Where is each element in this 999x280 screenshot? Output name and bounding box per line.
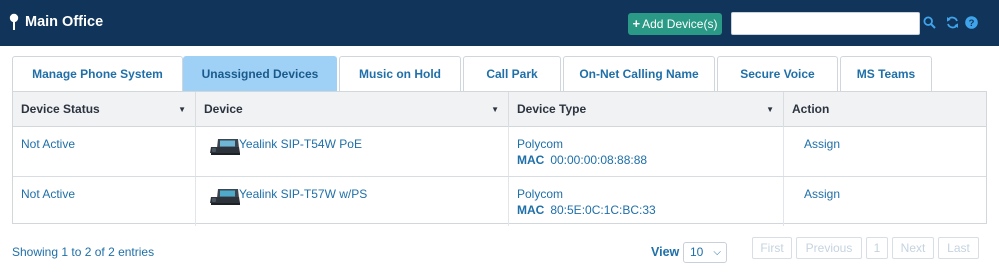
page-size-value: 10 [690,245,704,259]
device-cell: Yealink SIP-T57W w/PS [196,177,509,226]
caret-down-icon: ▼ [491,105,499,114]
caret-down-icon: ▼ [766,105,774,114]
refresh-icon[interactable] [946,16,959,29]
add-device-label: Add Device(s) [642,17,718,31]
action-cell: Assign [784,177,986,226]
device-type: Polycom [517,137,564,151]
tab-call-park[interactable]: Call Park [463,56,561,92]
device-status: Not Active [21,137,76,151]
tab-secure-voice[interactable]: Secure Voice [717,56,838,92]
pagination-page-1[interactable]: 1 [866,237,888,259]
column-header-action: Action [784,92,986,127]
action-cell: Assign [784,127,986,176]
column-label: Action [792,102,830,116]
pagination-last[interactable]: Last [938,237,979,259]
location-title: Main Office [25,14,104,30]
plus-icon: + [632,16,641,31]
tab-music-on-hold[interactable]: Music on Hold [339,56,461,92]
device-status: Not Active [21,187,76,201]
tab-unassigned-devices[interactable]: Unassigned Devices [183,56,337,92]
tab-manage-phone-system[interactable]: Manage Phone System [12,56,183,92]
column-label: Device Type [517,102,587,116]
tab-ms-teams[interactable]: MS Teams [840,56,932,92]
column-header-device-type[interactable]: Device Type ▼ [509,92,784,127]
search-input[interactable] [731,12,920,35]
page-size-select[interactable]: 10 ⌵ [683,242,727,263]
pagination-first[interactable]: First [752,237,792,259]
mac-address: MAC 80:5E:0C:1C:BC:33 [517,203,656,217]
devices-table: Device Status ▼ Device ▼ Device Type ▼ A… [12,91,987,226]
chevron-down-icon: ⌵ [713,247,721,258]
mac-value: 00:00:00:08:88:88 [550,153,648,167]
mac-label: MAC [517,203,545,217]
device-type-cell: Polycom MAC 00:00:00:08:88:88 [509,127,784,176]
help-icon[interactable]: ? [965,16,978,29]
device-name-link[interactable]: Yealink SIP-T57W w/PS [239,187,367,201]
search-icon[interactable] [923,16,936,29]
top-bar: Main Office + Add Device(s) ? [0,0,999,46]
desk-phone-icon [210,139,240,155]
pagination-previous[interactable]: Previous [796,237,862,259]
device-status-cell: Not Active [13,177,196,226]
desk-phone-icon [210,189,240,205]
pagination-next[interactable]: Next [892,237,934,259]
assign-link[interactable]: Assign [804,187,840,201]
entries-info: Showing 1 to 2 of 2 entries [12,245,155,259]
add-device-button[interactable]: + Add Device(s) [628,13,722,35]
mac-label: MAC [517,153,545,167]
tab-on-net-calling-name[interactable]: On-Net Calling Name [563,56,715,92]
caret-down-icon: ▼ [178,105,186,114]
assign-link[interactable]: Assign [804,137,840,151]
mac-address: MAC 00:00:00:08:88:88 [517,153,647,167]
svg-text:?: ? [969,18,975,29]
table-row: Not Active Yealink SIP-T54W PoE Polycom … [13,127,986,176]
table-header: Device Status ▼ Device ▼ Device Type ▼ A… [13,92,986,127]
device-status-cell: Not Active [13,127,196,176]
mac-value: 80:5E:0C:1C:BC:33 [550,203,656,217]
column-header-device[interactable]: Device ▼ [196,92,509,127]
column-header-device-status[interactable]: Device Status ▼ [13,92,196,127]
device-cell: Yealink SIP-T54W PoE [196,127,509,176]
table-row: Not Active Yealink SIP-T57W w/PS Polycom… [13,176,986,226]
device-name-link[interactable]: Yealink SIP-T54W PoE [239,137,362,151]
device-type-cell: Polycom MAC 80:5E:0C:1C:BC:33 [509,177,784,226]
column-label: Device [204,102,243,116]
map-pin-icon [9,13,19,30]
device-type: Polycom [517,187,564,201]
column-label: Device Status [21,102,100,116]
view-label: View [651,245,680,259]
